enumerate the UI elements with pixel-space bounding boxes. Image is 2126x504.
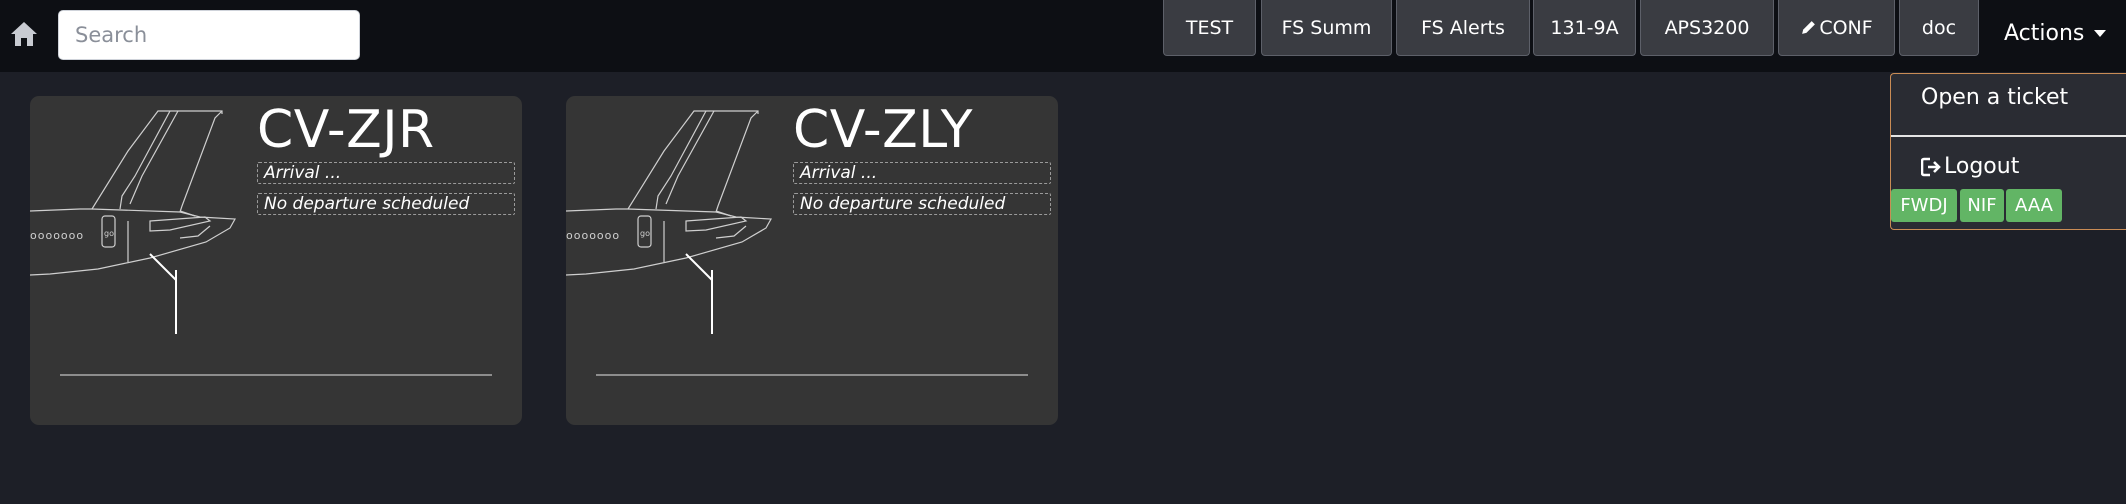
logout-menu-item[interactable]: Logout bbox=[1921, 154, 2019, 179]
arrival-field: Arrival ... bbox=[257, 162, 515, 184]
nav-button-131-9a[interactable]: 131-9A bbox=[1533, 0, 1636, 56]
search-input[interactable] bbox=[58, 10, 360, 60]
home-button[interactable] bbox=[8, 18, 40, 50]
arrival-field: Arrival ... bbox=[793, 162, 1051, 184]
actions-dropdown-toggle[interactable]: Actions bbox=[2004, 0, 2126, 66]
pencil-icon bbox=[1802, 21, 1816, 34]
aircraft-registration: CV-ZLY bbox=[793, 100, 974, 160]
svg-text:go: go bbox=[640, 229, 650, 238]
user-tag-fwdj[interactable]: FWDJ bbox=[1891, 189, 1957, 222]
nav-button-fs-alerts[interactable]: FS Alerts bbox=[1396, 0, 1530, 56]
aircraft-registration: CV-ZJR bbox=[257, 100, 435, 160]
caret-down-icon bbox=[2094, 29, 2107, 37]
logout-label: Logout bbox=[1944, 154, 2020, 179]
nav-button-doc[interactable]: doc bbox=[1899, 0, 1979, 56]
svg-text:ооооооо: ооооооо bbox=[30, 229, 84, 242]
nav-button-test[interactable]: TEST bbox=[1163, 0, 1256, 56]
actions-label: Actions bbox=[2004, 20, 2085, 46]
aircraft-card[interactable]: ооооооо go CV-ZLY Arrival ... No departu… bbox=[566, 96, 1058, 425]
nav-button-aps3200[interactable]: APS3200 bbox=[1640, 0, 1774, 56]
aircraft-tail-illustration: ооооооо go bbox=[566, 110, 772, 334]
nav-button-fs-summ[interactable]: FS Summ bbox=[1261, 0, 1392, 56]
svg-text:ооооооо: ооооооо bbox=[566, 229, 620, 242]
logout-icon bbox=[1921, 157, 1941, 176]
user-tag-aaa[interactable]: AAA bbox=[2006, 189, 2062, 222]
svg-text:go: go bbox=[104, 229, 114, 238]
top-navbar: TEST FS Summ FS Alerts 131-9A APS3200 CO… bbox=[0, 0, 2126, 72]
departure-field: No departure scheduled bbox=[793, 193, 1051, 215]
open-ticket-menu-item[interactable]: Open a ticket bbox=[1921, 85, 2068, 110]
card-divider bbox=[60, 374, 492, 376]
aircraft-card[interactable]: ооооооо go CV-ZJR Arrival ... No departu… bbox=[30, 96, 522, 425]
departure-field: No departure scheduled bbox=[257, 193, 515, 215]
menu-divider bbox=[1891, 135, 2126, 137]
nav-button-conf[interactable]: CONF bbox=[1778, 0, 1895, 56]
user-tag-nif[interactable]: NIF bbox=[1960, 189, 2004, 222]
home-icon bbox=[11, 22, 37, 46]
card-divider bbox=[596, 374, 1028, 376]
nav-button-conf-label: CONF bbox=[1819, 16, 1873, 39]
aircraft-tail-illustration: ооооооо go bbox=[30, 110, 236, 334]
